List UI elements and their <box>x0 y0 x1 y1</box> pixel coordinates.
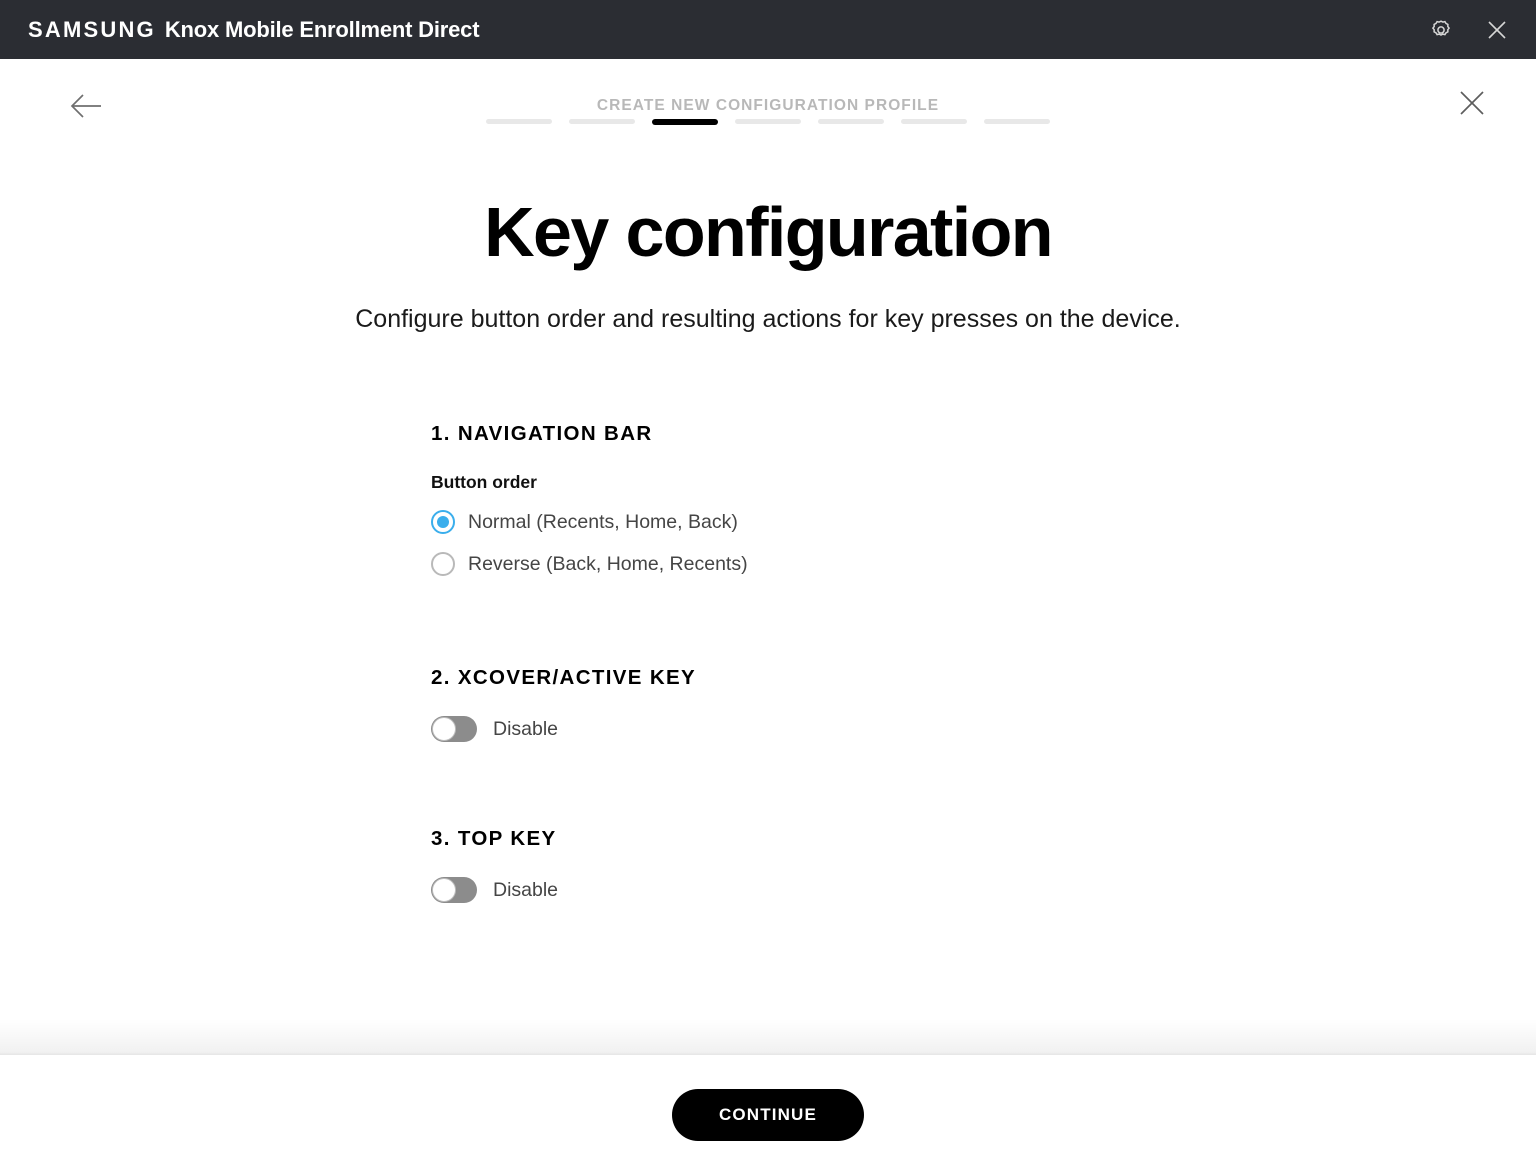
radio-option-normal[interactable]: Normal (Recents, Home, Back) <box>431 505 738 539</box>
step-indicator-7[interactable] <box>984 119 1050 124</box>
toggle-knob <box>432 878 456 902</box>
wizard-step-indicator <box>0 119 1536 125</box>
radio-mark-reverse <box>431 552 455 576</box>
samsung-logo-text: SAMSUNG <box>28 16 156 42</box>
page-hero: Key configuration Configure button order… <box>0 197 1536 334</box>
footer-shadow <box>0 1019 1536 1055</box>
wizard-title: CREATE NEW CONFIGURATION PROFILE <box>596 97 940 114</box>
section-navigation-bar: 1. NAVIGATION BAR Button order Normal (R… <box>431 422 1536 581</box>
toggle-row-top-key[interactable]: Disable <box>431 877 558 903</box>
toggle-switch-xcover-active-key[interactable] <box>431 716 477 742</box>
toggle-switch-top-key[interactable] <box>431 877 477 903</box>
footer-bar: CONTINUE <box>0 1055 1536 1175</box>
toggle-label-top-key: Disable <box>493 878 559 901</box>
section-top-key: 3. TOP KEY Disable <box>431 827 1536 903</box>
toggle-knob <box>432 717 456 741</box>
step-indicator-1[interactable] <box>486 119 552 124</box>
wizard-close-icon[interactable] <box>1456 87 1488 119</box>
section-xcover-active-key: 2. XCOVER/ACTIVE KEY Disable <box>431 666 1536 742</box>
step-indicator-4[interactable] <box>735 119 801 124</box>
titlebar-actions <box>1426 15 1512 45</box>
section-heading-xcover-active-key: 2. XCOVER/ACTIVE KEY <box>431 666 697 689</box>
window-close-icon[interactable] <box>1482 15 1512 45</box>
radio-label-normal: Normal (Recents, Home, Back) <box>468 510 738 533</box>
configuration-form: 1. NAVIGATION BAR Button order Normal (R… <box>0 422 1536 903</box>
app-brand: SAMSUNG Knox Mobile Enrollment Direct <box>28 16 480 43</box>
gear-icon[interactable] <box>1426 15 1456 45</box>
radio-mark-normal <box>431 510 455 534</box>
page-subtitle: Configure button order and resulting act… <box>355 305 1181 333</box>
radio-option-reverse[interactable]: Reverse (Back, Home, Recents) <box>431 547 748 581</box>
toggle-label-xcover-active-key: Disable <box>493 717 559 740</box>
window-titlebar: SAMSUNG Knox Mobile Enrollment Direct <box>0 0 1536 59</box>
step-indicator-5[interactable] <box>818 119 884 124</box>
app-title: Knox Mobile Enrollment Direct <box>164 16 480 42</box>
step-indicator-6[interactable] <box>901 119 967 124</box>
step-indicator-2[interactable] <box>569 119 635 124</box>
continue-button[interactable]: CONTINUE <box>672 1089 864 1141</box>
back-arrow-icon[interactable] <box>70 91 104 121</box>
section-heading-navigation-bar: 1. NAVIGATION BAR <box>431 422 653 445</box>
page-title: Key configuration <box>484 193 1053 271</box>
toggle-row-xcover-active-key[interactable]: Disable <box>431 716 558 742</box>
section-heading-top-key: 3. TOP KEY <box>431 827 557 850</box>
field-label-button-order: Button order <box>431 472 537 492</box>
wizard-header: CREATE NEW CONFIGURATION PROFILE <box>0 59 1536 155</box>
radio-label-reverse: Reverse (Back, Home, Recents) <box>468 552 748 575</box>
step-indicator-3[interactable] <box>652 119 718 125</box>
